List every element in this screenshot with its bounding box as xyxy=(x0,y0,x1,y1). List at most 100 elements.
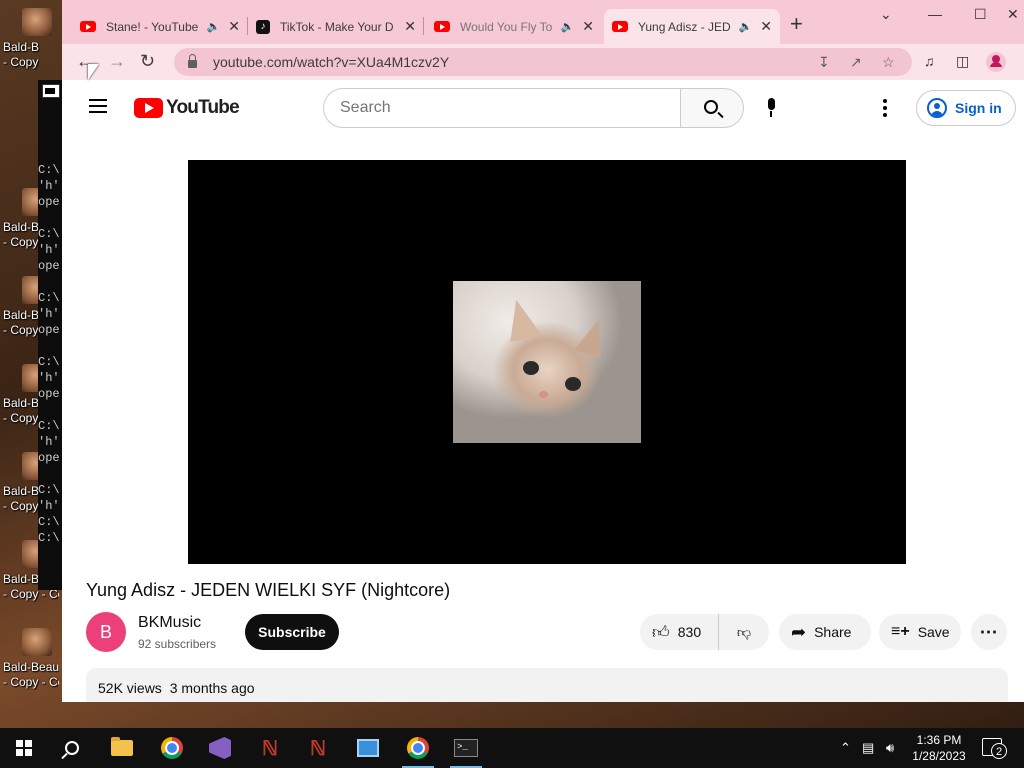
app-n-icon: ℕ xyxy=(309,737,326,760)
media-control-icon[interactable]: ♫ xyxy=(924,53,935,69)
network-icon[interactable]: ▤ xyxy=(862,728,874,768)
control-panel-icon xyxy=(357,739,379,757)
reload-button[interactable]: ↻ xyxy=(140,51,155,71)
console-window[interactable]: C:\ 'h' ope C:\ 'h' ope C:\ 'h' ope C:\ … xyxy=(38,80,64,590)
show-hidden-icons[interactable]: ⌃ xyxy=(840,728,851,768)
browser-toolbar: ← → ↻ youtube.com/watch?v=XUa4M1czv2Y ↧ … xyxy=(62,44,1024,80)
subscriber-count: 92 subscribers xyxy=(138,637,217,651)
share-arrow-icon: ➦ xyxy=(791,621,807,642)
taskbar-search-button[interactable] xyxy=(48,728,96,768)
microphone-icon[interactable] xyxy=(765,98,777,117)
youtube-wordmark: YouTube xyxy=(166,97,240,118)
start-button[interactable] xyxy=(0,728,48,768)
like-dislike-group: 👍︎ 830 👎︎ xyxy=(640,614,769,650)
thumbs-down-icon: 👎︎ xyxy=(736,623,752,640)
maximize-button[interactable]: ☐ xyxy=(974,6,987,23)
taskbar: ℕ ℕ >_ ⌃ ▤ 🔊︎ 1:36 PM 1/28/2023 2 xyxy=(0,728,1024,768)
close-tab-icon[interactable]: ✕ xyxy=(404,18,416,35)
tab-strip: Stane! - YouTube 🔈 ✕ ♪ TikTok - Make You… xyxy=(62,0,1024,44)
search-input[interactable] xyxy=(323,88,681,128)
save-label: Save xyxy=(917,624,950,640)
youtube-icon xyxy=(80,21,96,32)
upload-age: 3 months ago xyxy=(169,680,255,696)
close-tab-icon[interactable]: ✕ xyxy=(228,18,240,35)
share-button[interactable]: ➦ Share xyxy=(779,614,871,650)
mouse-cursor xyxy=(88,64,99,80)
install-icon[interactable]: ↧ xyxy=(818,54,830,71)
share-icon[interactable]: ↗ xyxy=(850,54,862,71)
url-text[interactable]: youtube.com/watch?v=XUa4M1czv2Y xyxy=(213,54,449,70)
taskbar-file-explorer[interactable] xyxy=(98,728,146,768)
youtube-logo[interactable]: YouTube xyxy=(134,97,240,119)
taskbar-control-panel[interactable] xyxy=(344,728,392,768)
visual-studio-icon xyxy=(209,737,231,759)
more-horizontal-icon: ⋯ xyxy=(979,621,999,642)
tab-yung-adisz[interactable]: Yung Adisz - JED 🔈 ✕ xyxy=(604,9,780,44)
taskbar-chrome[interactable] xyxy=(148,728,196,768)
taskbar-chrome-active[interactable] xyxy=(394,728,442,768)
address-bar[interactable]: youtube.com/watch?v=XUa4M1czv2Y ↧ ↗ ☆ xyxy=(174,48,912,76)
tab-tiktok[interactable]: ♪ TikTok - Make Your D ✕ xyxy=(248,9,424,44)
video-player[interactable] xyxy=(188,160,906,564)
menu-icon[interactable] xyxy=(89,99,107,113)
new-tab-button[interactable]: + xyxy=(790,13,803,35)
minimize-button[interactable]: — xyxy=(928,6,942,22)
browser-window: Stane! - YouTube 🔈 ✕ ♪ TikTok - Make You… xyxy=(62,0,1024,702)
tab-search-icon[interactable]: ⌄ xyxy=(880,6,892,23)
close-tab-icon[interactable]: ✕ xyxy=(582,18,594,35)
side-panel-icon[interactable]: ◫ xyxy=(956,53,969,70)
channel-name[interactable]: BKMusic xyxy=(138,614,201,632)
profile-avatar-icon[interactable] xyxy=(986,52,1006,72)
youtube-logo-icon xyxy=(134,98,163,118)
clock-date: 1/28/2023 xyxy=(912,749,966,763)
save-button[interactable]: ≡+ Save xyxy=(879,614,961,650)
view-count: 52K views xyxy=(98,680,162,696)
close-tab-icon[interactable]: ✕ xyxy=(760,18,772,35)
tab-title: TikTok - Make Your D xyxy=(280,19,394,34)
tab-title: Would You Fly To xyxy=(460,19,553,34)
desktop-icon-label: Bald-Beaut - Copy - Co xyxy=(3,660,59,689)
taskbar-app-n2[interactable]: ℕ xyxy=(294,728,342,768)
channel-avatar[interactable]: B xyxy=(86,612,126,652)
app-n-icon: ℕ xyxy=(261,737,278,760)
sign-in-button[interactable]: Sign in xyxy=(916,90,1016,126)
windows-logo-icon xyxy=(16,740,32,756)
description-box[interactable]: 52K views 3 months ago xyxy=(86,668,1008,702)
more-options-icon[interactable] xyxy=(883,99,887,117)
search-button[interactable] xyxy=(680,88,744,128)
lock-icon[interactable] xyxy=(188,54,197,68)
image-file-icon xyxy=(22,8,52,36)
speaker-icon[interactable]: 🔈 xyxy=(739,20,753,33)
taskbar-visual-studio[interactable] xyxy=(196,728,244,768)
sign-in-label: Sign in xyxy=(955,100,1002,116)
speaker-icon[interactable]: 🔈 xyxy=(207,20,221,33)
taskbar-terminal[interactable]: >_ xyxy=(442,728,490,768)
clock-time: 1:36 PM xyxy=(916,733,962,747)
more-actions-button[interactable]: ⋯ xyxy=(971,614,1007,650)
taskbar-app-n1[interactable]: ℕ xyxy=(246,728,294,768)
tab-title: Stane! - YouTube xyxy=(106,19,199,34)
dislike-button[interactable]: 👎︎ xyxy=(719,624,769,641)
console-icon xyxy=(42,84,60,98)
desktop-icon-label: Bald-B - Copy xyxy=(3,40,40,69)
share-label: Share xyxy=(814,624,852,640)
tab-would-you-fly[interactable]: Would You Fly To 🔈 ✕ xyxy=(426,9,602,44)
bookmark-star-icon[interactable]: ☆ xyxy=(882,54,895,71)
playlist-add-icon: ≡+ xyxy=(891,623,910,640)
notification-count: 2 xyxy=(991,743,1007,759)
thumbs-up-icon: 👍︎ xyxy=(652,622,670,642)
tiktok-icon: ♪ xyxy=(256,19,270,34)
tab-title: Yung Adisz - JED xyxy=(638,19,731,34)
subscribe-button[interactable]: Subscribe xyxy=(245,614,339,650)
forward-button[interactable]: → xyxy=(108,51,126,71)
like-button[interactable]: 👍︎ 830 xyxy=(640,614,719,650)
search-icon xyxy=(65,741,79,755)
clock[interactable]: 1:36 PM 1/28/2023 xyxy=(910,732,968,764)
youtube-icon xyxy=(612,21,628,32)
youtube-header: YouTube Sign in xyxy=(62,80,1024,136)
volume-icon[interactable]: 🔊︎ xyxy=(886,728,894,768)
tab-stane[interactable]: Stane! - YouTube 🔈 ✕ xyxy=(72,9,248,44)
speaker-icon[interactable]: 🔈 xyxy=(561,20,575,33)
desktop-icon[interactable]: Bald-Beaut - Copy - Co xyxy=(0,628,62,716)
close-window-button[interactable]: ✕ xyxy=(1007,6,1019,23)
